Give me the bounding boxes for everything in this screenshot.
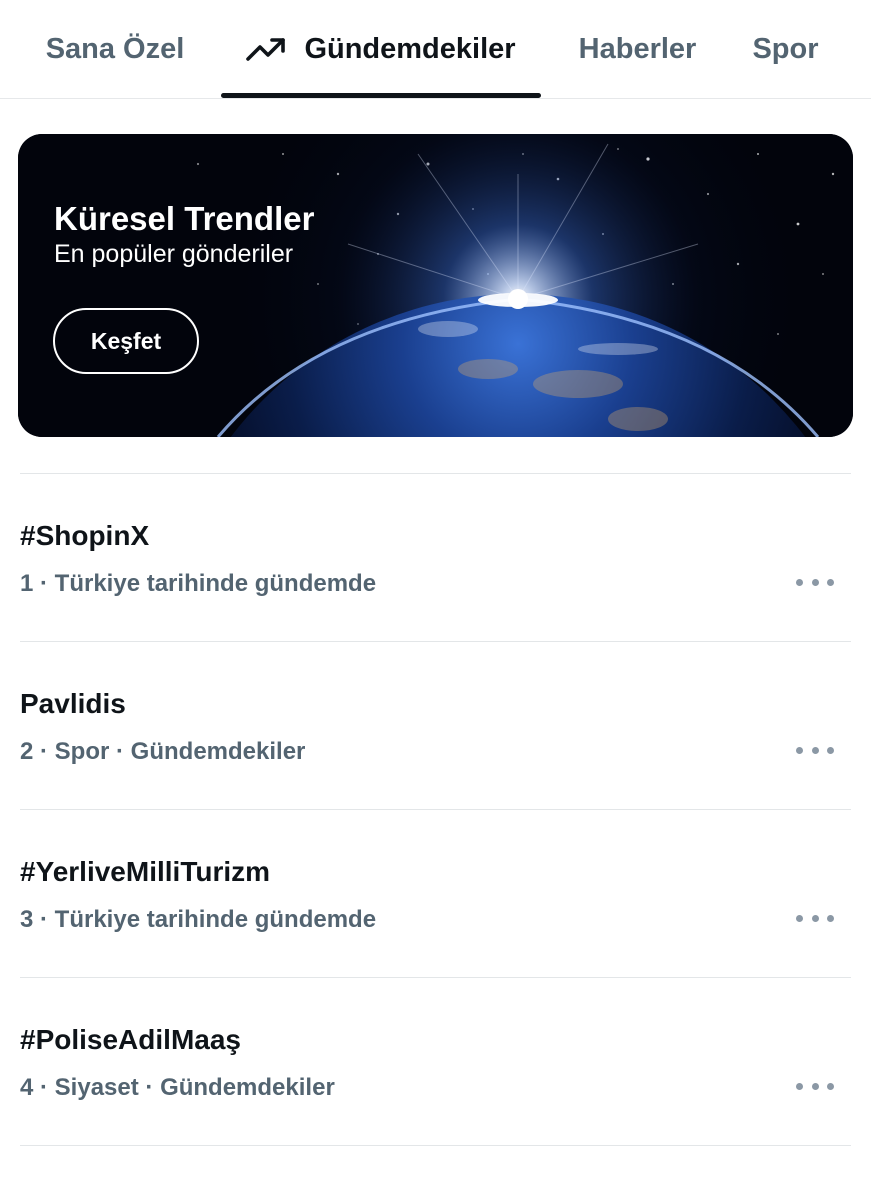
more-options-icon[interactable] — [796, 743, 834, 757]
trend-item[interactable]: #ShopinX 1 · Türkiye tarihinde gündemde — [0, 474, 871, 642]
trend-item[interactable]: Pavlidis 2 · Spor · Gündemdekiler — [0, 642, 871, 810]
tab-spor[interactable]: Spor — [738, 0, 833, 98]
global-trends-banner[interactable]: Küresel Trendler En popüler gönderiler K… — [18, 134, 853, 437]
more-options-icon[interactable] — [796, 575, 834, 589]
trend-meta: 2 · Spor · Gündemdekiler — [20, 738, 306, 765]
active-tab-indicator — [221, 93, 541, 98]
trend-name: #PoliseAdilMaaş — [20, 1024, 241, 1055]
trend-name: Pavlidis — [20, 688, 126, 719]
more-options-icon[interactable] — [796, 1079, 834, 1093]
banner-subtitle: En popüler gönderiler — [54, 240, 294, 268]
divider — [20, 1145, 851, 1146]
trend-item[interactable]: #PoliseAdilMaaş 4 · Siyaset · Gündemdeki… — [0, 978, 871, 1146]
trend-name: #YerliveMilliTurizm — [20, 856, 271, 887]
tab-gundemdekiler[interactable]: Gündemdekiler — [221, 0, 541, 98]
tab-sana-ozel[interactable]: Sana Özel — [28, 0, 202, 98]
trending-up-icon — [246, 38, 286, 61]
tab-haberler[interactable]: Haberler — [560, 0, 715, 98]
earth-image — [18, 134, 853, 437]
more-options-icon[interactable] — [796, 911, 834, 925]
tab-label: Sana Özel — [45, 32, 185, 65]
trend-item[interactable]: #YerliveMilliTurizm 3 · Türkiye tarihind… — [0, 810, 871, 978]
explore-button[interactable]: Keşfet — [53, 308, 199, 374]
trend-name: #ShopinX — [20, 520, 150, 551]
tab-label: Gündemdekiler — [304, 32, 516, 65]
trend-meta: 4 · Siyaset · Gündemdekiler — [20, 1074, 335, 1101]
trend-meta: 3 · Türkiye tarihinde gündemde — [20, 906, 377, 933]
tab-label: Spor — [752, 32, 819, 65]
banner-title: Küresel Trendler — [54, 200, 315, 237]
trend-meta: 1 · Türkiye tarihinde gündemde — [20, 570, 377, 597]
tab-label: Haberler — [578, 32, 697, 65]
tab-bar: Sana Özel Gündemdekiler Haberler Spor — [0, 0, 871, 99]
